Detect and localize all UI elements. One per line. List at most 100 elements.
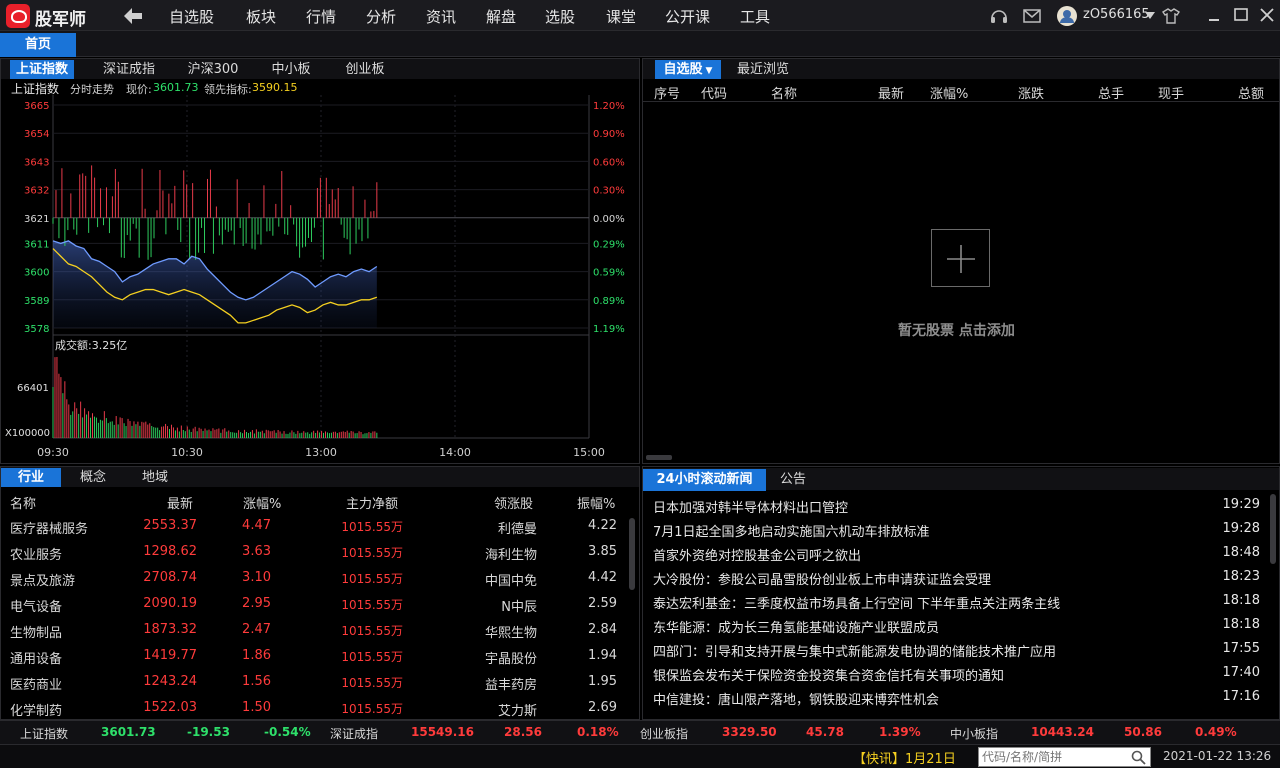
menu-open-class[interactable]: 公开课 [665,6,710,27]
sector-amplitude: 2.59 [588,596,617,611]
tab-industry[interactable]: 行业 [1,468,61,487]
news-item[interactable]: 东华能源：成为长三角氢能基础设施产业联盟成员 18:18 [643,614,1268,638]
search-input[interactable] [982,749,1127,765]
x-tick-label: 15:00 [573,446,605,459]
col-volume[interactable]: 总手 [1098,83,1124,102]
bottom-bar: 【快讯】1月21日 2021-01-22 13:26 [0,744,1280,768]
flash-news[interactable]: 【快讯】1月21日 [853,748,956,767]
sector-latest: 1298.62 [143,544,197,559]
horizontal-scrollbar[interactable] [646,455,672,460]
tab-sme-board[interactable]: 中小板 [259,60,323,79]
tab-shanghai-index[interactable]: 上证指数 [10,60,74,79]
tab-recent[interactable]: 最近浏览 [731,60,795,79]
y-tick-label: 3621 [24,214,49,225]
menu-news[interactable]: 资讯 [426,6,456,27]
username[interactable]: zO566165 [1083,7,1150,22]
news-item[interactable]: 四部门：引导和支持开展与集中式新能源发电协调的储能技术推广应用 17:55 [643,638,1268,662]
news-time: 17:40 [1222,665,1260,680]
tab-csi300[interactable]: 沪深300 [177,60,249,79]
minimize-icon[interactable] [1205,7,1223,25]
news-time: 18:23 [1222,569,1260,584]
news-item[interactable]: 中信建投：唐山限产落地，钢铁股迎来博弈性机会 17:16 [643,686,1268,710]
tab-region[interactable]: 地域 [127,468,183,487]
plus-icon [947,245,975,273]
col-current-volume[interactable]: 现手 [1158,83,1184,102]
news-item[interactable]: 首家外资绝对控股基金公司呼之欲出 18:48 [643,542,1268,566]
avatar-icon[interactable] [1056,5,1078,27]
news-title: 泰达宏利基金：三季度权益市场具备上行空间 下半年重点关注两条主线 [653,597,1061,612]
col-sector-leader[interactable]: 领涨股 [494,493,533,512]
col-change-pct[interactable]: 涨幅% [930,83,968,102]
menu-analysis[interactable]: 分析 [366,6,396,27]
news-item[interactable]: 7月1日起全国多地启动实施国六机动车排放标准 19:28 [643,518,1268,542]
tab-shenzhen-index[interactable]: 深证成指 [93,60,165,79]
table-row[interactable]: 化学制药 1522.03 1.50 1015.55万 艾力斯 2.69 [1,696,627,719]
menu-sectors[interactable]: 板块 [246,6,276,27]
table-row[interactable]: 景点及旅游 2708.74 3.10 1015.55万 中国中免 4.42 [1,566,627,592]
col-sector-amplitude[interactable]: 振幅% [577,493,615,512]
menu-commentary[interactable]: 解盘 [486,6,516,27]
menu-screener[interactable]: 选股 [545,6,575,27]
x-tick-label: 14:00 [439,446,471,459]
news-title: 四部门：引导和支持开展与集中式新能源发电协调的储能技术推广应用 [653,645,1057,660]
intraday-chart[interactable]: 3665 1.20% 3654 0.90% 3643 0.60% 3632 0.30% 3621… [1,95,639,463]
search-icon[interactable] [1131,750,1146,765]
col-sector-net-flow[interactable]: 主力净额 [346,493,398,512]
table-row[interactable]: 农业服务 1298.62 3.63 1015.55万 海利生物 3.85 [1,540,627,566]
tab-concept[interactable]: 概念 [65,468,121,487]
menu-watchlist[interactable]: 自选股 [169,6,214,27]
menu-tools[interactable]: 工具 [740,6,770,27]
chevron-down-icon: ▼ [705,66,713,76]
headset-icon[interactable] [988,5,1010,27]
col-amount[interactable]: 总额 [1238,83,1264,102]
news-item[interactable]: 日本加强对韩半导体材料出口管控 19:29 [643,494,1268,518]
news-item[interactable]: 泰达宏利基金：三季度权益市场具备上行空间 下半年重点关注两条主线 18:18 [643,590,1268,614]
tab-announcements[interactable]: 公告 [773,469,813,491]
sector-scrollbar[interactable] [629,518,635,590]
table-row[interactable]: 电气设备 2090.19 2.95 1015.55万 N中辰 2.59 [1,592,627,618]
table-row[interactable]: 医疗器械服务 2553.37 4.47 1015.55万 利德曼 4.22 [1,514,627,540]
menu-classroom[interactable]: 课堂 [606,6,636,27]
table-row[interactable]: 生物制品 1873.32 2.47 1015.55万 华熙生物 2.84 [1,618,627,644]
menu-quotes[interactable]: 行情 [306,6,336,27]
table-row[interactable]: 通用设备 1419.77 1.86 1015.55万 宇晶股份 1.94 [1,644,627,670]
tab-watchlist[interactable]: 自选股 ▼ [655,60,721,79]
mail-icon[interactable] [1021,5,1043,27]
col-sector-name[interactable]: 名称 [10,493,36,512]
search-box[interactable] [978,747,1151,767]
col-name[interactable]: 名称 [771,83,797,102]
status-index-name[interactable]: 中小板指 [950,725,998,742]
status-index-name[interactable]: 深证成指 [330,725,378,742]
tab-chinext[interactable]: 创业板 [333,60,397,79]
col-index[interactable]: 序号 [654,83,680,102]
sector-latest: 1873.32 [143,622,197,637]
news-item[interactable]: 大冷股份：参股公司晶雪股份创业板上市申请获证监会受理 18:23 [643,566,1268,590]
col-code[interactable]: 代码 [701,83,727,102]
news-item[interactable]: 银保监会发布关于保险资金投资集合资金信托有关事项的通知 17:40 [643,662,1268,686]
status-index-name[interactable]: 创业板指 [640,725,688,742]
close-icon[interactable] [1258,6,1276,24]
col-sector-change-pct[interactable]: 涨幅% [243,493,281,512]
table-row[interactable]: 医药商业 1243.24 1.56 1015.55万 益丰药房 1.95 [1,670,627,696]
y-tick-label: 3643 [24,157,49,168]
chevron-down-icon[interactable] [1145,12,1155,20]
col-change[interactable]: 涨跌 [1018,83,1044,102]
sector-latest: 2708.74 [143,570,197,585]
tab-24h-news[interactable]: 24小时滚动新闻 [643,469,766,491]
back-arrow-icon[interactable] [122,6,144,26]
col-latest[interactable]: 最新 [878,83,904,102]
empty-watchlist-text[interactable]: 暂无股票 点击添加 [898,320,1015,340]
pct-tick-label: 0.00% [593,214,625,225]
status-index-name[interactable]: 上证指数 [20,725,68,742]
current-price: 3601.73 [153,81,199,94]
add-stock-button[interactable] [931,229,990,287]
maximize-icon[interactable] [1232,6,1250,24]
lead-indicator-value: 3590.15 [252,81,298,94]
sector-net-flow: 1015.55万 [341,572,403,586]
pct-tick-label: 0.90% [593,129,625,140]
col-sector-latest[interactable]: 最新 [167,493,193,512]
volume-label: 成交额:3.25亿 [55,338,127,352]
tab-home[interactable]: 首页 [0,33,76,57]
skin-icon[interactable] [1160,5,1182,27]
news-scrollbar[interactable] [1270,494,1276,564]
